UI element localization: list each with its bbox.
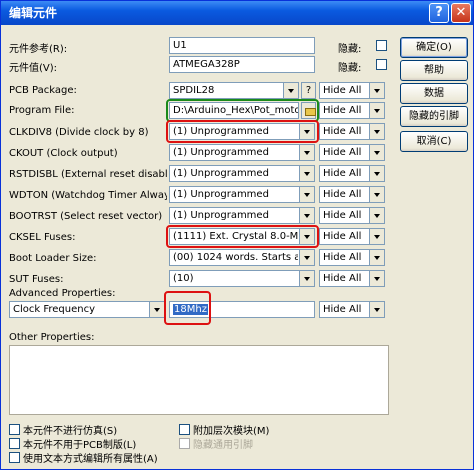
- other-properties-textarea[interactable]: [9, 345, 389, 415]
- wdton-select[interactable]: (1) Unprogrammed: [169, 186, 315, 203]
- part-ref-input[interactable]: U1: [169, 37, 315, 54]
- sut-fuses-label: SUT Fuses:: [9, 274, 64, 285]
- advanced-hide-select[interactable]: Hide All: [319, 301, 385, 318]
- help-title-button[interactable]: ?: [429, 3, 449, 23]
- boot-loader-size-label: Boot Loader Size:: [9, 253, 97, 264]
- rstdisbl-label: RSTDISBL (External reset disable): [9, 169, 167, 180]
- chevron-down-icon[interactable]: [369, 208, 384, 223]
- exclude-sim-label: 本元件不进行仿真(S): [23, 426, 118, 437]
- bootrst-select[interactable]: (1) Unprogrammed: [169, 207, 315, 224]
- bootrst-label: BOOTRST (Select reset vector): [9, 211, 163, 222]
- hide-common-pins-checkbox[interactable]: [179, 438, 190, 449]
- pcb-package-hide-select[interactable]: Hide All: [319, 82, 385, 99]
- chevron-down-icon[interactable]: [369, 145, 384, 160]
- sut-fuses-hide-select[interactable]: Hide All: [319, 270, 385, 287]
- part-value-input[interactable]: ATMEGA328P: [169, 56, 315, 73]
- program-file-highlight: [166, 99, 319, 122]
- chevron-down-icon[interactable]: [299, 208, 314, 223]
- rstdisbl-select[interactable]: (1) Unprogrammed: [169, 165, 315, 182]
- chevron-down-icon[interactable]: [369, 229, 384, 244]
- part-ref-hide-checkbox[interactable]: [376, 40, 387, 51]
- part-value-hide-checkbox[interactable]: [376, 59, 387, 70]
- boot-loader-hide-select[interactable]: Hide All: [319, 249, 385, 266]
- edit-component-dialog: 编辑元件 ? ✕ 元件参考(R): U1 隐藏: 元件值(V): ATMEGA3…: [0, 0, 474, 470]
- close-icon[interactable]: ✕: [451, 3, 471, 23]
- bootrst-hide-select[interactable]: Hide All: [319, 207, 385, 224]
- program-file-hide-select[interactable]: Hide All: [319, 102, 385, 119]
- chevron-down-icon[interactable]: [299, 271, 314, 286]
- title-bar: 编辑元件 ? ✕: [1, 1, 473, 25]
- chevron-down-icon[interactable]: [299, 187, 314, 202]
- chevron-down-icon[interactable]: [299, 166, 314, 181]
- clkdiv8-label: CLKDIV8 (Divide clock by 8): [9, 127, 149, 138]
- hier-module-label: 附加层次模块(M): [193, 426, 270, 437]
- boot-loader-size-select[interactable]: (00) 1024 words. Starts at 0x1C00: [169, 249, 315, 266]
- hidden-pins-button[interactable]: 隐藏的引脚: [400, 106, 468, 127]
- ckout-label: CKOUT (Clock output): [9, 148, 118, 159]
- chevron-down-icon[interactable]: [369, 187, 384, 202]
- exclude-sim-checkbox[interactable]: [9, 424, 20, 435]
- rstdisbl-hide-select[interactable]: Hide All: [319, 165, 385, 182]
- sut-fuses-select[interactable]: (10): [169, 270, 315, 287]
- chevron-down-icon[interactable]: [369, 271, 384, 286]
- chevron-down-icon[interactable]: [369, 250, 384, 265]
- clock-frequency-highlight: [164, 291, 211, 325]
- part-ref-hide-label: 隐藏:: [338, 44, 362, 55]
- pcb-package-label: PCB Package:: [9, 85, 77, 96]
- part-value-label: 元件值(V):: [9, 63, 58, 74]
- ok-button[interactable]: 确定(O): [400, 37, 468, 58]
- clkdiv8-highlight: [166, 120, 319, 143]
- exclude-pcb-checkbox[interactable]: [9, 438, 20, 449]
- chevron-down-icon[interactable]: [369, 83, 384, 98]
- part-value-hide-label: 隐藏:: [338, 63, 362, 74]
- cksel-highlight: [166, 225, 319, 248]
- ckout-select[interactable]: (1) Unprogrammed: [169, 144, 315, 161]
- chevron-down-icon[interactable]: [283, 83, 298, 98]
- chevron-down-icon[interactable]: [369, 166, 384, 181]
- clkdiv8-hide-select[interactable]: Hide All: [319, 123, 385, 140]
- hier-module-checkbox[interactable]: [179, 424, 190, 435]
- other-properties-label: Other Properties:: [9, 332, 95, 343]
- cksel-hide-select[interactable]: Hide All: [319, 228, 385, 245]
- chevron-down-icon[interactable]: [369, 302, 384, 317]
- cksel-label: CKSEL Fuses:: [9, 232, 76, 243]
- edit-text-checkbox[interactable]: [9, 452, 20, 463]
- edit-text-label: 使用文本方式编辑所有属性(A): [23, 454, 158, 465]
- chevron-down-icon[interactable]: [299, 145, 314, 160]
- help-button[interactable]: 帮助: [400, 60, 468, 81]
- pcb-package-select[interactable]: SPDIL28: [169, 82, 299, 99]
- dialog-title: 编辑元件: [9, 6, 58, 20]
- chevron-down-icon[interactable]: [299, 250, 314, 265]
- program-file-label: Program File:: [9, 105, 75, 116]
- chevron-down-icon[interactable]: [369, 103, 384, 118]
- advanced-property-select[interactable]: Clock Frequency: [9, 301, 165, 318]
- wdton-label: WDTON (Watchdog Timer Always On): [9, 190, 167, 201]
- advanced-properties-label: Advanced Properties:: [9, 288, 116, 299]
- exclude-pcb-label: 本元件不用于PCB制版(L): [23, 440, 137, 451]
- package-help-button[interactable]: ?: [301, 82, 316, 99]
- ckout-hide-select[interactable]: Hide All: [319, 144, 385, 161]
- wdton-hide-select[interactable]: Hide All: [319, 186, 385, 203]
- part-ref-label: 元件参考(R):: [9, 44, 68, 55]
- chevron-down-icon[interactable]: [369, 124, 384, 139]
- chevron-down-icon[interactable]: [149, 302, 164, 317]
- hide-common-pins-label: 隐藏通用引脚: [193, 440, 253, 451]
- data-button[interactable]: 数据: [400, 83, 468, 104]
- cancel-button[interactable]: 取消(C): [400, 131, 468, 152]
